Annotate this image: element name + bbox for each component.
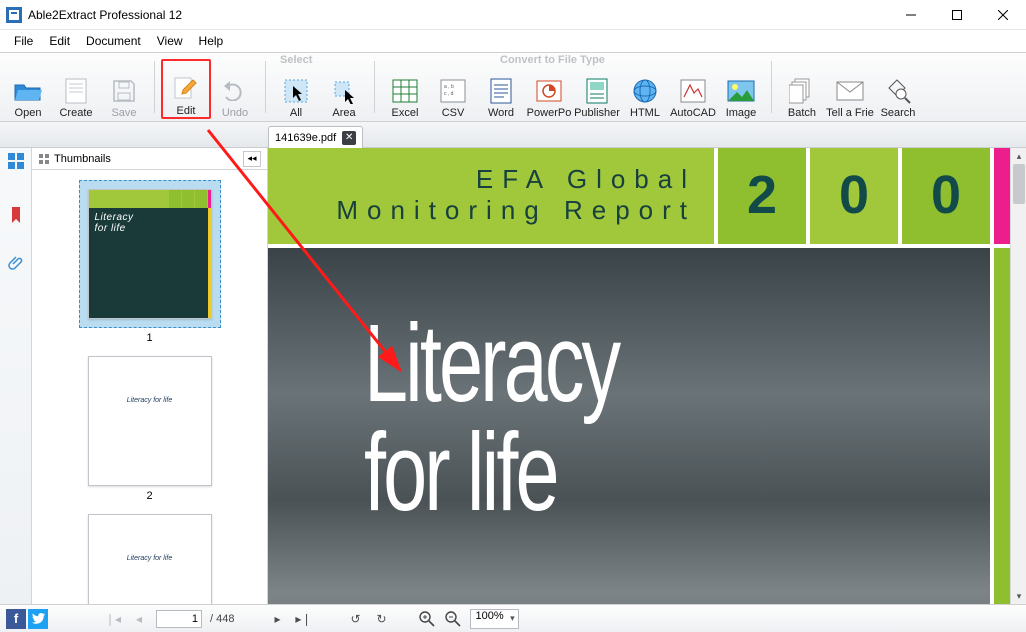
- doc-title-line2: for life: [364, 409, 618, 536]
- thumbnails-title: Thumbnails: [54, 153, 111, 165]
- document-tab-label: 141639e.pdf: [275, 132, 336, 144]
- rotate-cw-button[interactable]: ↻: [372, 610, 390, 628]
- convert-html-button[interactable]: HTML: [621, 61, 669, 119]
- convert-csv-button[interactable]: a , bc , dCSV: [429, 61, 477, 119]
- thumbnail-page-number: 2: [146, 490, 152, 502]
- scroll-down-button[interactable]: ▾: [1011, 588, 1026, 604]
- scroll-up-button[interactable]: ▴: [1011, 148, 1026, 164]
- select-area-button[interactable]: Area: [320, 61, 368, 119]
- thumbnails-icon: [38, 153, 50, 165]
- bookmark-icon[interactable]: [7, 206, 25, 224]
- attachment-icon[interactable]: [7, 254, 25, 272]
- scroll-thumb[interactable]: [1013, 164, 1025, 204]
- menu-view[interactable]: View: [149, 32, 191, 50]
- page-content: EFA Global Monitoring Report 2 0 0 Liter…: [268, 148, 1010, 604]
- doc-header-line1: EFA Global: [476, 164, 696, 195]
- document-viewer[interactable]: EFA Global Monitoring Report 2 0 0 Liter…: [268, 148, 1026, 604]
- document-tabstrip: 141639e.pdf ✕: [0, 122, 1026, 148]
- convert-publisher-button[interactable]: Publisher: [573, 61, 621, 119]
- document-tab[interactable]: 141639e.pdf ✕: [268, 126, 363, 148]
- prev-page-button[interactable]: ◂: [130, 610, 148, 628]
- batch-button[interactable]: Batch: [778, 61, 826, 119]
- window-title: Able2Extract Professional 12: [28, 8, 888, 22]
- save-button: Save: [100, 61, 148, 119]
- menu-help[interactable]: Help: [191, 32, 232, 50]
- menu-edit[interactable]: Edit: [41, 32, 78, 50]
- convert-image-button[interactable]: Image: [717, 61, 765, 119]
- convert-word-button[interactable]: Word: [477, 61, 525, 119]
- tell-friend-button[interactable]: Tell a Frie: [826, 61, 874, 119]
- facebook-share-button[interactable]: f: [6, 609, 26, 629]
- thumbnail-page-1[interactable]: Literacyfor life 1: [32, 180, 267, 344]
- convert-autocad-button[interactable]: AutoCAD: [669, 61, 717, 119]
- edit-button[interactable]: Edit: [161, 59, 211, 119]
- doc-title-line1: Literacy: [364, 300, 618, 427]
- thumbnails-header: Thumbnails ◂◂: [32, 148, 267, 170]
- toolbar-separator: [374, 61, 375, 113]
- zoom-in-button[interactable]: [418, 610, 436, 628]
- convert-powerpoint-button[interactable]: PowerPo: [525, 61, 573, 119]
- year-digit-1: 2: [718, 148, 806, 244]
- convert-excel-button[interactable]: Excel: [381, 61, 429, 119]
- thumbnails-list[interactable]: Literacyfor life 1 Literacy for life 2 L…: [32, 170, 267, 604]
- accent-bar: [994, 148, 1010, 244]
- next-page-button[interactable]: ▸: [268, 610, 286, 628]
- search-button[interactable]: Search: [874, 61, 922, 119]
- page-total: / 448: [210, 613, 234, 625]
- minimize-button[interactable]: [888, 0, 934, 30]
- svg-text:a , b: a , b: [444, 84, 454, 90]
- svg-text:c , d: c , d: [444, 91, 454, 97]
- rotate-ccw-button[interactable]: ↺: [346, 610, 364, 628]
- zoom-out-button[interactable]: [444, 610, 462, 628]
- doc-header-line2: Monitoring Report: [336, 195, 696, 226]
- last-page-button[interactable]: ▸❘: [294, 610, 312, 628]
- section-label-select: Select: [280, 54, 312, 66]
- thumbnails-panel: Thumbnails ◂◂ Literacyfor life 1 Literac…: [32, 148, 268, 604]
- thumbnail-page-2[interactable]: Literacy for life 2: [32, 356, 267, 502]
- page-number-input[interactable]: [156, 610, 202, 628]
- thumbnail-page-3[interactable]: Literacy for life: [32, 514, 267, 604]
- main-toolbar: Select Convert to File Type Open Create …: [0, 52, 1026, 122]
- maximize-button[interactable]: [934, 0, 980, 30]
- thumbnail-page-number: 1: [146, 332, 152, 344]
- select-all-button[interactable]: All: [272, 61, 320, 119]
- menu-file[interactable]: File: [6, 32, 41, 50]
- create-button[interactable]: Create: [52, 61, 100, 119]
- undo-button: Undo: [211, 61, 259, 119]
- left-rail: [0, 148, 32, 604]
- close-button[interactable]: [980, 0, 1026, 30]
- toolbar-separator: [771, 61, 772, 113]
- zoom-level-select[interactable]: 100%: [470, 609, 518, 629]
- first-page-button[interactable]: ❘◂: [104, 610, 122, 628]
- section-label-convert: Convert to File Type: [500, 54, 605, 66]
- close-tab-button[interactable]: ✕: [342, 131, 356, 145]
- app-icon: [6, 7, 22, 23]
- title-bar: Able2Extract Professional 12: [0, 0, 1026, 30]
- open-button[interactable]: Open: [4, 61, 52, 119]
- twitter-share-button[interactable]: [28, 609, 48, 629]
- toolbar-separator: [265, 61, 266, 113]
- vertical-scrollbar[interactable]: ▴ ▾: [1010, 148, 1026, 604]
- year-digit-3: 0: [902, 148, 990, 244]
- menu-document[interactable]: Document: [78, 32, 149, 50]
- view-grid-icon[interactable]: [7, 152, 25, 170]
- toolbar-separator: [154, 61, 155, 113]
- status-bar: f ❘◂ ◂ / 448 ▸ ▸❘ ↺ ↻ 100%: [0, 604, 1026, 632]
- year-digit-2: 0: [810, 148, 898, 244]
- menu-bar: File Edit Document View Help: [0, 30, 1026, 52]
- collapse-panel-button[interactable]: ◂◂: [243, 151, 261, 167]
